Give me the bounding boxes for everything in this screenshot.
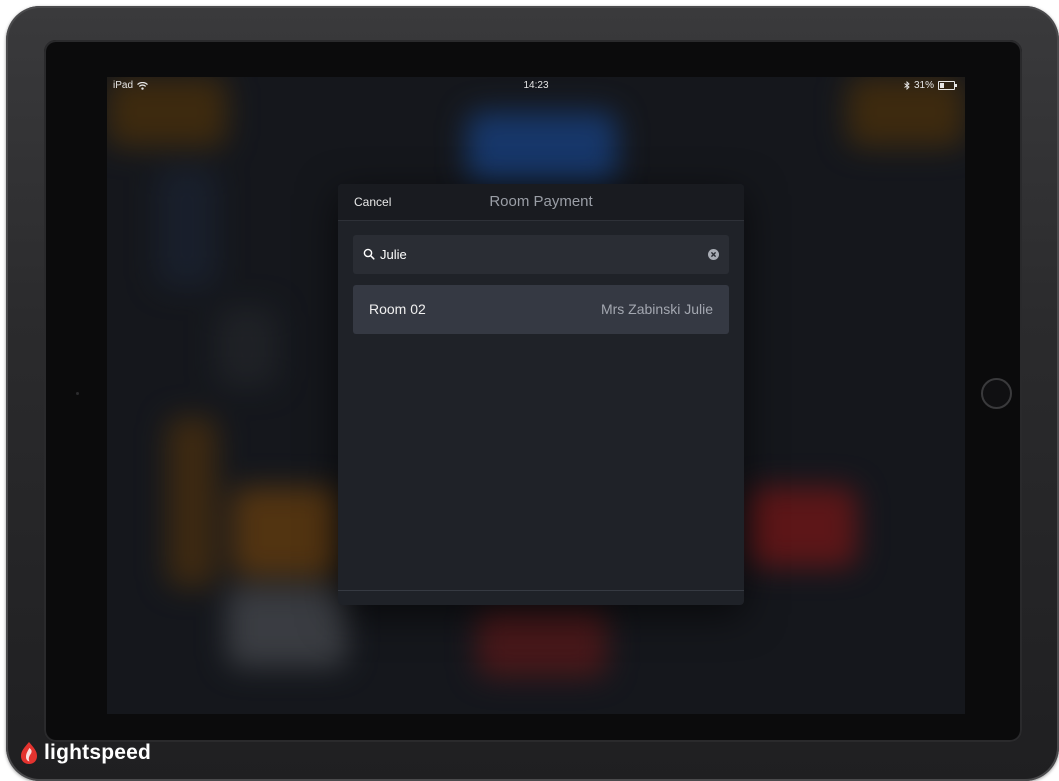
- guest-name: Mrs Zabinski Julie: [600, 301, 713, 317]
- room-number: Room 02: [369, 301, 426, 317]
- bluetooth-icon: [904, 81, 910, 90]
- room-payment-modal: Cancel Room Payment Room 02 Mrs Zabinski…: [338, 184, 744, 605]
- ipad-screen: iPad 14:23 31% Cancel Room Payment Julie…: [107, 77, 965, 714]
- modal-title: Room Payment: [489, 193, 593, 210]
- home-button[interactable]: [981, 378, 1012, 409]
- search-icon: [363, 248, 375, 260]
- battery-level-fill: [940, 83, 944, 88]
- battery-icon: [938, 81, 957, 90]
- clear-icon[interactable]: [708, 249, 719, 260]
- room-result-row[interactable]: Room 02 Mrs Zabinski Julie: [353, 285, 729, 334]
- brand-name: lightspeed: [44, 741, 152, 764]
- camera-dot: [76, 392, 79, 395]
- lightspeed-logo: lightspeed: [20, 741, 151, 765]
- modal-footer-divider: [338, 590, 744, 591]
- battery-percent: 31%: [913, 80, 934, 91]
- search-input[interactable]: [380, 244, 680, 264]
- status-time: 14:23: [523, 80, 549, 91]
- flame-logo-icon: [21, 742, 37, 764]
- status-bar: iPad 14:23 31%: [107, 77, 965, 95]
- modal-header: Cancel Room Payment: [338, 184, 744, 221]
- search-field[interactable]: [353, 235, 729, 274]
